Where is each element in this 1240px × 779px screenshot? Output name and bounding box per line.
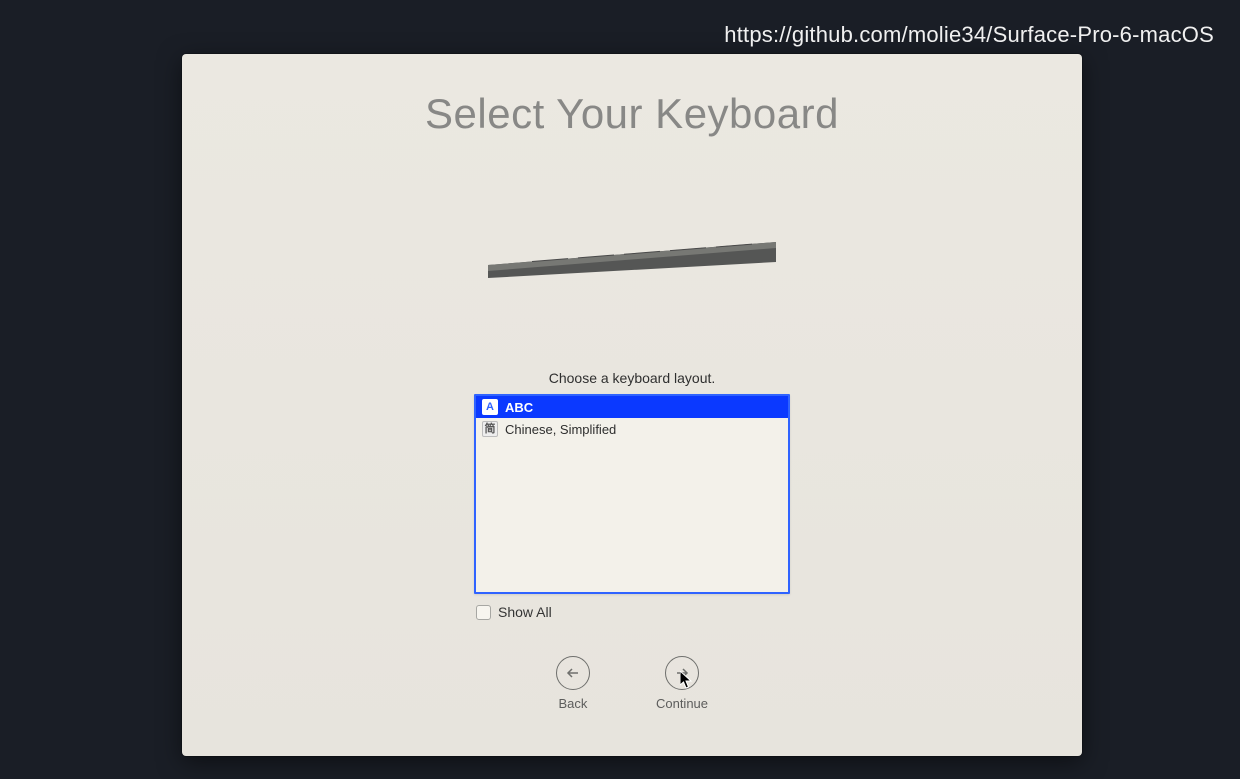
continue-button[interactable]: Continue	[656, 656, 708, 711]
layout-subheading: Choose a keyboard layout.	[182, 370, 1082, 386]
navigation-buttons: Back Continue	[182, 656, 1082, 711]
layout-option-chinese-simplified[interactable]: 简 Chinese, Simplified	[476, 418, 788, 440]
continue-button-label: Continue	[656, 696, 708, 711]
back-button[interactable]: Back	[556, 656, 590, 711]
back-button-label: Back	[559, 696, 588, 711]
layout-option-label: Chinese, Simplified	[505, 422, 616, 437]
layout-ime-icon: 简	[482, 421, 498, 437]
arrow-left-icon	[556, 656, 590, 690]
keyboard-icon	[482, 232, 782, 292]
show-all-label: Show All	[498, 604, 552, 620]
show-all-checkbox-row[interactable]: Show All	[474, 604, 790, 620]
arrow-right-icon	[665, 656, 699, 690]
layout-option-abc[interactable]: A ABC	[476, 396, 788, 418]
layout-option-label: ABC	[505, 400, 533, 415]
page-title: Select Your Keyboard	[182, 90, 1082, 138]
show-all-checkbox[interactable]	[476, 605, 491, 620]
setup-assistant-panel: Select Your Keyboard Choose a keyboard l…	[182, 54, 1082, 756]
keyboard-layout-list[interactable]: A ABC 简 Chinese, Simplified	[474, 394, 790, 594]
layout-a-icon: A	[482, 399, 498, 415]
overlay-url-text: https://github.com/molie34/Surface-Pro-6…	[724, 22, 1214, 48]
